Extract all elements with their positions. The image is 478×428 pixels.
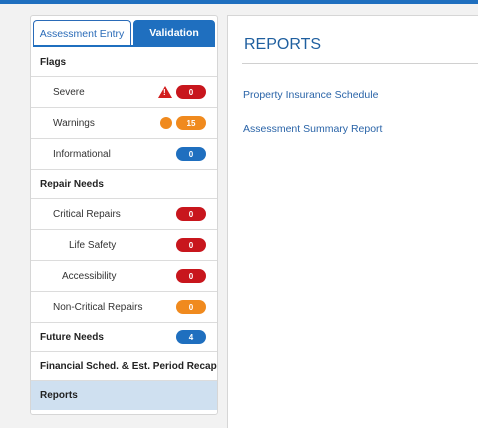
count-badge: 0 [176, 269, 206, 283]
nav-item-life-safety[interactable]: Life Safety 0 [31, 230, 217, 261]
tab-assessment-entry[interactable]: Assessment Entry [33, 20, 131, 46]
nav-item-future-needs[interactable]: Future Needs 4 [31, 323, 217, 352]
top-accent-bar [0, 0, 478, 4]
count-badge: 0 [176, 207, 206, 221]
nav-item-critical-repairs[interactable]: Critical Repairs 0 [31, 199, 217, 230]
tab-strip: Assessment Entry Validation [33, 20, 215, 46]
tab-underline [33, 45, 215, 47]
nav-item-non-critical-repairs[interactable]: Non-Critical Repairs 0 [31, 292, 217, 323]
section-label: Flags [40, 56, 67, 68]
section-header-repair-needs[interactable]: Repair Needs [31, 170, 217, 199]
section-header-flags: Flags [31, 48, 217, 77]
nav-item-label: Severe [53, 86, 85, 98]
nav-item-label: Warnings [53, 117, 95, 129]
property-insurance-schedule-link[interactable]: Property Insurance Schedule [243, 89, 378, 101]
nav-item-label: Non-Critical Repairs [53, 301, 143, 313]
nav-item-label: Life Safety [69, 239, 117, 251]
warning-dot-icon [160, 117, 172, 129]
tab-validation[interactable]: Validation [133, 20, 215, 46]
count-badge: 0 [176, 238, 206, 252]
nav-item-reports[interactable]: Reports [31, 381, 217, 410]
nav-item-label: Future Needs [40, 331, 104, 343]
nav-item-financial-recap[interactable]: Financial Sched. & Est. Period Recap [31, 352, 217, 381]
title-divider [242, 63, 478, 64]
nav-item-label: Critical Repairs [53, 208, 121, 220]
nav-item-label: Informational [53, 148, 111, 160]
nav-item-label: Financial Sched. & Est. Period Recap [40, 360, 217, 372]
validation-nav: Flags Severe ! 0 Warnings 15 Information… [31, 48, 217, 410]
page-title: REPORTS [244, 36, 322, 53]
count-badge: 0 [176, 300, 206, 314]
nav-item-label: Accessibility [62, 270, 117, 282]
reports-panel: REPORTS Property Insurance Schedule Asse… [227, 15, 478, 428]
assessment-summary-report-link[interactable]: Assessment Summary Report [243, 123, 382, 135]
nav-item-label: Reports [40, 390, 78, 401]
nav-item-informational[interactable]: Informational 0 [31, 139, 217, 170]
nav-item-accessibility[interactable]: Accessibility 0 [31, 261, 217, 292]
count-badge: 15 [176, 116, 206, 130]
nav-item-warnings[interactable]: Warnings 15 [31, 108, 217, 139]
nav-item-severe[interactable]: Severe ! 0 [31, 77, 217, 108]
count-badge: 0 [176, 147, 206, 161]
count-badge: 0 [176, 85, 206, 99]
warning-triangle-icon: ! [158, 86, 172, 98]
section-label: Repair Needs [40, 178, 104, 190]
validation-sidebar: Assessment Entry Validation Flags Severe… [30, 15, 218, 415]
count-badge: 4 [176, 330, 206, 344]
